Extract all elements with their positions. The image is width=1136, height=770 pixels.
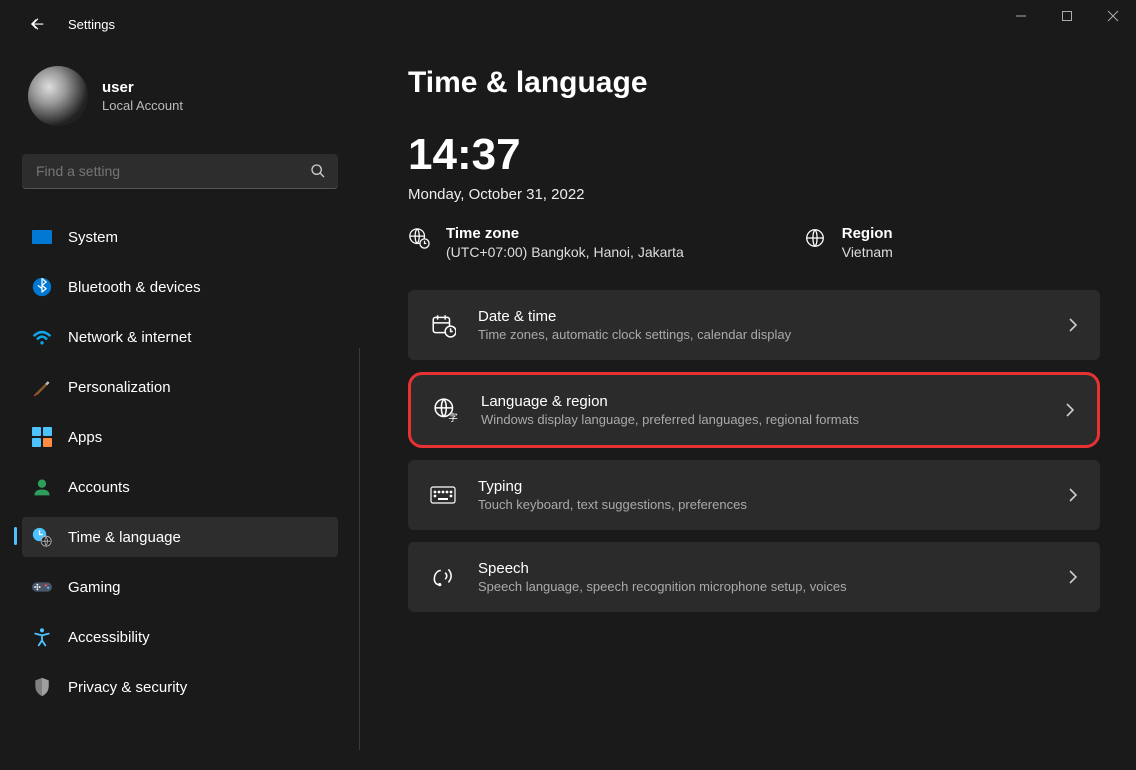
maximize-icon <box>1061 10 1073 22</box>
system-icon <box>32 227 52 247</box>
region-value: Vietnam <box>842 244 893 260</box>
sidebar-item-accessibility[interactable]: Accessibility <box>22 617 338 657</box>
region-label: Region <box>842 225 893 242</box>
sidebar-item-label: Accessibility <box>68 629 150 646</box>
info-row: Time zone (UTC+07:00) Bangkok, Hanoi, Ja… <box>408 225 1100 260</box>
sidebar-item-accounts[interactable]: Accounts <box>22 467 338 507</box>
sidebar-item-bluetooth[interactable]: Bluetooth & devices <box>22 267 338 307</box>
profile-name: user <box>102 79 183 96</box>
datetime-icon <box>430 312 456 338</box>
typing-icon <box>430 486 456 504</box>
minimize-icon <box>1015 10 1027 22</box>
back-button[interactable] <box>16 4 56 44</box>
bluetooth-icon <box>32 277 52 297</box>
sidebar-divider <box>359 348 360 750</box>
sidebar-item-label: System <box>68 229 118 246</box>
card-title: Date & time <box>478 308 1046 325</box>
card-language[interactable]: 字 Language & region Windows display langua… <box>408 372 1100 448</box>
sidebar: user Local Account System Bluetooth & dev… <box>0 48 360 770</box>
clock-display: 14:37 <box>408 130 1100 180</box>
accounts-icon <box>32 477 52 497</box>
sidebar-item-privacy[interactable]: Privacy & security <box>22 667 338 707</box>
sidebar-item-network[interactable]: Network & internet <box>22 317 338 357</box>
sidebar-item-label: Accounts <box>68 479 130 496</box>
sidebar-item-time[interactable]: Time & language <box>22 517 338 557</box>
privacy-icon <box>32 677 52 697</box>
page-title: Time & language <box>408 66 1100 100</box>
time-icon <box>32 527 52 547</box>
sidebar-item-personalization[interactable]: Personalization <box>22 367 338 407</box>
chevron-right-icon <box>1068 569 1078 585</box>
chevron-right-icon <box>1068 487 1078 503</box>
card-title: Typing <box>478 478 1046 495</box>
card-title: Speech <box>478 560 1046 577</box>
search-input[interactable] <box>34 162 310 180</box>
apps-icon <box>32 427 52 447</box>
minimize-button[interactable] <box>998 0 1044 32</box>
language-icon: 字 <box>433 397 459 423</box>
network-icon <box>32 327 52 347</box>
region-block[interactable]: Region Vietnam <box>804 225 893 260</box>
search-box[interactable] <box>22 154 338 189</box>
gaming-icon <box>32 577 52 597</box>
sidebar-item-system[interactable]: System <box>22 217 338 257</box>
date-display: Monday, October 31, 2022 <box>408 186 1100 203</box>
card-sub: Time zones, automatic clock settings, ca… <box>478 327 1046 342</box>
maximize-button[interactable] <box>1044 0 1090 32</box>
profile-block[interactable]: user Local Account <box>28 66 338 126</box>
nav-list: System Bluetooth & devices Network & inter… <box>22 217 338 707</box>
timezone-label: Time zone <box>446 225 684 242</box>
sidebar-item-label: Personalization <box>68 379 171 396</box>
avatar <box>28 66 88 126</box>
card-speech[interactable]: Speech Speech language, speech recognitio… <box>408 542 1100 612</box>
personalization-icon <box>32 377 52 397</box>
timezone-value: (UTC+07:00) Bangkok, Hanoi, Jakarta <box>446 244 684 260</box>
sidebar-item-label: Time & language <box>68 529 181 546</box>
card-title: Language & region <box>481 393 1043 410</box>
accessibility-icon <box>32 627 52 647</box>
settings-cards: Date & time Time zones, automatic clock s… <box>408 290 1100 612</box>
timezone-icon <box>408 227 430 249</box>
card-sub: Speech language, speech recognition micr… <box>478 579 1046 594</box>
main-content: Time & language 14:37 Monday, October 31… <box>360 48 1136 770</box>
sidebar-item-gaming[interactable]: Gaming <box>22 567 338 607</box>
card-typing[interactable]: Typing Touch keyboard, text suggestions, … <box>408 460 1100 530</box>
sidebar-item-label: Bluetooth & devices <box>68 279 201 296</box>
speech-icon <box>430 564 456 590</box>
sidebar-item-apps[interactable]: Apps <box>22 417 338 457</box>
timezone-block[interactable]: Time zone (UTC+07:00) Bangkok, Hanoi, Ja… <box>408 225 684 260</box>
svg-text:字: 字 <box>448 411 458 423</box>
card-sub: Windows display language, preferred lang… <box>481 412 1043 427</box>
search-icon <box>310 163 326 179</box>
region-icon <box>804 227 826 249</box>
card-sub: Touch keyboard, text suggestions, prefer… <box>478 497 1046 512</box>
close-icon <box>1107 10 1119 22</box>
close-button[interactable] <box>1090 0 1136 32</box>
chevron-right-icon <box>1065 402 1075 418</box>
sidebar-item-label: Privacy & security <box>68 679 187 696</box>
titlebar: Settings <box>0 0 1136 48</box>
profile-sub: Local Account <box>102 98 183 113</box>
sidebar-item-label: Apps <box>68 429 102 446</box>
sidebar-item-label: Gaming <box>68 579 121 596</box>
sidebar-item-label: Network & internet <box>68 329 191 346</box>
window-controls <box>998 0 1136 32</box>
chevron-right-icon <box>1068 317 1078 333</box>
app-title: Settings <box>68 17 115 32</box>
card-datetime[interactable]: Date & time Time zones, automatic clock s… <box>408 290 1100 360</box>
settings-window: Settings user Local Account SystemBlue <box>0 0 1136 770</box>
